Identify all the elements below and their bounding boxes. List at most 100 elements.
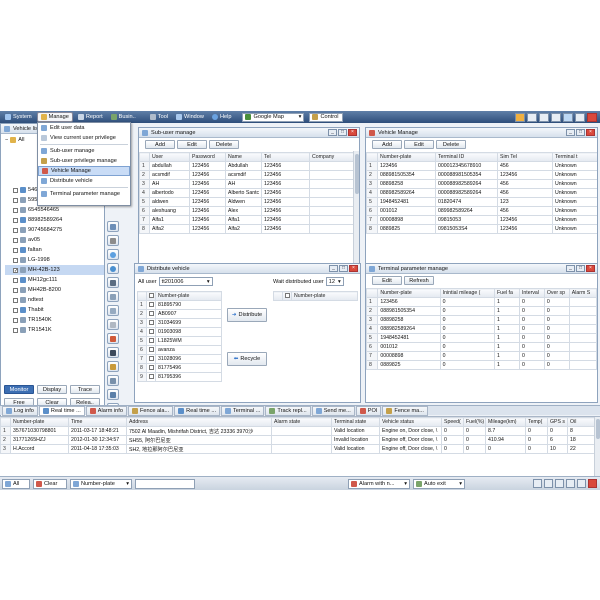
auto-exit-select[interactable]: Auto exit ▾ bbox=[413, 478, 465, 489]
column-header[interactable]: Inintial mileage ( bbox=[439, 288, 496, 298]
list-icon[interactable] bbox=[539, 112, 549, 122]
collapse-icon[interactable]: − bbox=[5, 137, 8, 143]
minimize-all-icon[interactable] bbox=[577, 479, 586, 488]
tree-checkbox[interactable] bbox=[13, 307, 18, 313]
close-icon[interactable]: × bbox=[348, 129, 357, 136]
tree-item[interactable]: 6545546465 bbox=[5, 205, 104, 215]
maximize-icon[interactable]: □ bbox=[576, 265, 585, 272]
tree-checkbox[interactable] bbox=[13, 287, 18, 293]
tree-checkbox[interactable] bbox=[13, 327, 18, 333]
minimize-icon[interactable]: _ bbox=[329, 265, 338, 272]
refresh-icon[interactable] bbox=[563, 112, 573, 122]
row-checkbox[interactable] bbox=[146, 372, 156, 382]
table-row[interactable]: 7 00008898 0 1 0 0 bbox=[366, 351, 597, 361]
header-check[interactable] bbox=[282, 291, 292, 301]
menu-manage[interactable]: Manage bbox=[36, 112, 73, 122]
map-select[interactable]: Google Map ▾ bbox=[242, 112, 305, 122]
column-header[interactable] bbox=[139, 152, 150, 162]
recycle-button[interactable]: ⬅ Recycle bbox=[227, 352, 267, 366]
column-header[interactable]: Number-plate bbox=[377, 288, 441, 298]
locate-icon[interactable] bbox=[107, 249, 119, 260]
menu-item-distribute-vehicle[interactable]: Distribute vehicle bbox=[38, 176, 130, 186]
column-header[interactable]: Over sp bbox=[543, 288, 570, 298]
table-row[interactable]: 8 0889825 09815053S4 123456 Unknown bbox=[366, 224, 597, 234]
tree-checkbox[interactable]: ✓ bbox=[13, 267, 18, 273]
tree-item[interactable]: MH42B-8200 bbox=[5, 285, 104, 295]
table-row[interactable]: 2 088981505354 0 1 0 0 bbox=[366, 306, 597, 316]
wait-user-select[interactable]: 12 ▾ bbox=[325, 277, 344, 286]
menu-help[interactable]: Help bbox=[209, 112, 235, 122]
column-header[interactable]: Alarm state bbox=[271, 417, 332, 427]
menu-window[interactable]: Window bbox=[173, 112, 207, 122]
car-icon[interactable] bbox=[527, 112, 537, 122]
table-row[interactable]: 2 AB0907 bbox=[137, 309, 222, 319]
control-button[interactable]: Control bbox=[309, 112, 344, 122]
header-check[interactable] bbox=[146, 291, 156, 301]
table-row[interactable]: 1 123456 000012345678910 456 Unknown bbox=[366, 161, 597, 171]
table-row[interactable]: 3 08898258 000088982589264 456 Unknown bbox=[366, 179, 597, 189]
row-checkbox[interactable] bbox=[146, 318, 156, 328]
row-checkbox[interactable] bbox=[146, 309, 156, 319]
table-row[interactable]: 2 31771265HZJ 2012-01-30 12:34:57 SH55, 阿尔巴… bbox=[0, 435, 598, 445]
column-header[interactable]: Terminal state bbox=[331, 417, 380, 427]
tree-item[interactable]: ndtest bbox=[5, 295, 104, 305]
table-row[interactable]: 6 aleshuang 123456 Alex 123456 bbox=[139, 206, 354, 216]
tree-item[interactable]: Thabit bbox=[5, 305, 104, 315]
table-row[interactable]: 3 AH 123456 AH 123456 bbox=[139, 179, 354, 189]
tree-item[interactable]: MH12gc111 bbox=[5, 275, 104, 285]
table-row[interactable]: 3 31034699 bbox=[137, 318, 222, 328]
column-header[interactable]: Number-plate bbox=[10, 417, 69, 427]
power-icon[interactable] bbox=[107, 347, 119, 358]
minimize-icon[interactable]: _ bbox=[566, 129, 575, 136]
tab-0[interactable]: Log info bbox=[2, 406, 38, 416]
tile-icon[interactable] bbox=[533, 479, 542, 488]
table-row[interactable]: 5 aldwen 123456 Aldwen 123456 bbox=[139, 197, 354, 207]
search-input[interactable] bbox=[135, 478, 195, 489]
display-button[interactable]: Display bbox=[37, 385, 67, 394]
table-row[interactable]: 1 123456 0 1 0 0 bbox=[366, 297, 597, 307]
column-header[interactable] bbox=[0, 417, 11, 427]
close-icon[interactable]: × bbox=[586, 129, 595, 136]
delete-button[interactable]: Delete bbox=[209, 140, 239, 149]
filter-icon[interactable] bbox=[107, 221, 119, 232]
window-icon[interactable] bbox=[566, 479, 575, 488]
tree-item[interactable]: faltan bbox=[5, 245, 104, 255]
refresh-icon[interactable] bbox=[107, 263, 119, 274]
menu-item-view-privilege[interactable]: View current user privilege bbox=[38, 133, 130, 143]
table-row[interactable]: 4 088982589264 000088982589264 456 Unknown bbox=[366, 188, 597, 198]
document-icon[interactable] bbox=[551, 112, 561, 122]
tree-item[interactable]: TR1540K bbox=[5, 315, 104, 325]
table-row[interactable]: 2 acsmdif 123456 acsmdif 123456 bbox=[139, 170, 354, 180]
settings-icon[interactable] bbox=[575, 112, 585, 122]
alarm-icon[interactable] bbox=[107, 361, 119, 372]
column-header[interactable]: GPS s bbox=[547, 417, 568, 427]
tab-6[interactable]: Track repl... bbox=[265, 406, 311, 416]
tree-checkbox[interactable] bbox=[13, 237, 18, 243]
column-header[interactable]: Speed( bbox=[441, 417, 464, 427]
tree-item[interactable]: LG-1998 bbox=[5, 255, 104, 265]
subuser-scrollbar[interactable] bbox=[353, 151, 359, 266]
add-button[interactable]: Add bbox=[372, 140, 402, 149]
column-header[interactable]: Oil bbox=[567, 417, 598, 427]
menu-report[interactable]: Report bbox=[75, 112, 106, 122]
row-checkbox[interactable] bbox=[146, 345, 156, 355]
upload-icon[interactable] bbox=[107, 389, 119, 400]
tree-checkbox[interactable] bbox=[13, 277, 18, 283]
menu-system[interactable]: System bbox=[2, 112, 35, 122]
menu-item-vehicle-manage[interactable]: Vehicle Manage bbox=[38, 166, 130, 176]
column-header[interactable]: User bbox=[149, 152, 190, 162]
message-icon[interactable] bbox=[107, 305, 119, 316]
column-header[interactable]: Number-plate bbox=[377, 152, 436, 162]
column-header[interactable]: Time bbox=[68, 417, 127, 427]
table-row[interactable]: 1 357671030798801 2011-03-17 18:48:21 7502 … bbox=[0, 426, 598, 436]
tab-3[interactable]: Fence ala... bbox=[127, 406, 174, 416]
tree-checkbox[interactable] bbox=[13, 187, 18, 193]
tab-5[interactable]: Terminal ... bbox=[221, 406, 265, 416]
close-icon[interactable]: × bbox=[586, 265, 595, 272]
user-icon[interactable] bbox=[515, 112, 525, 122]
tree-item[interactable]: 88982589264 bbox=[5, 215, 104, 225]
column-header[interactable]: Terminal ID bbox=[435, 152, 498, 162]
column-header[interactable]: Interval bbox=[518, 288, 545, 298]
lock-icon[interactable] bbox=[107, 319, 119, 330]
table-row[interactable]: 3 08898258 0 1 0 0 bbox=[366, 315, 597, 325]
